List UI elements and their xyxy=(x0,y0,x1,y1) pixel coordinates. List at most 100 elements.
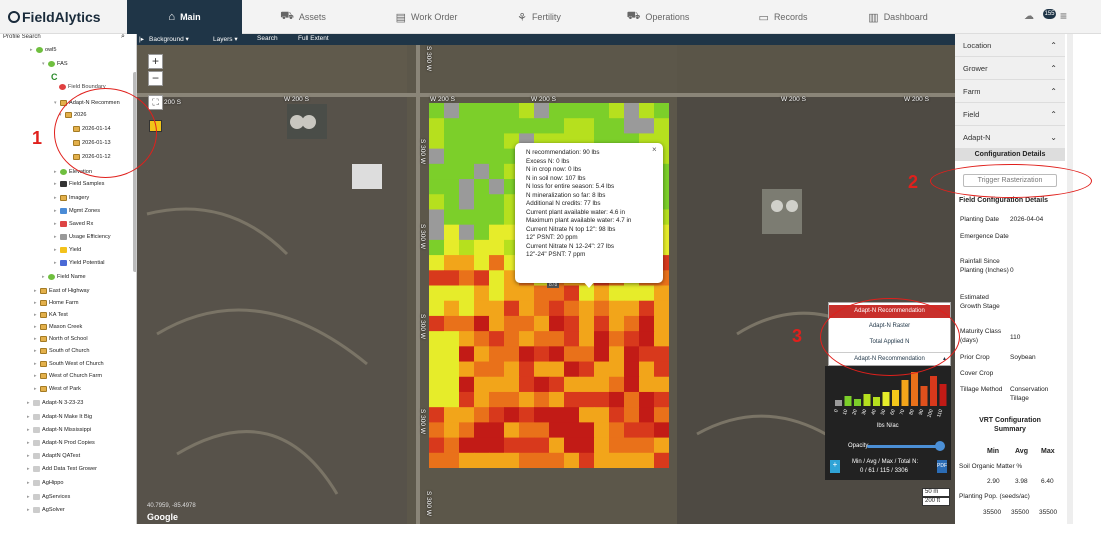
refresh-icon[interactable]: C xyxy=(51,72,58,82)
raster-cell xyxy=(444,224,460,241)
raster-cell xyxy=(429,315,445,332)
tree-item[interactable]: ▸ Field Name xyxy=(42,274,86,280)
raster-cell xyxy=(504,331,520,347)
raster-cell xyxy=(459,300,475,317)
annotation-number-1: 1 xyxy=(32,128,43,148)
profile-search-input[interactable]: Profile Search xyxy=(3,34,131,43)
raster-cell xyxy=(624,331,640,347)
app-logo[interactable]: FieldAlytics xyxy=(8,9,101,25)
config-value: 0 xyxy=(1010,267,1014,274)
tab-operations[interactable]: ⛟ Operations xyxy=(589,0,727,34)
raster-cell xyxy=(609,376,625,393)
tab-dashboard[interactable]: ▥ Dashboard xyxy=(839,0,957,34)
farm-item[interactable]: ▸ West of Park xyxy=(34,386,81,392)
tree-item[interactable]: ▸ Yield xyxy=(54,247,81,253)
grower-item[interactable]: ▸ Adapt-N Make It Big xyxy=(27,414,92,420)
raster-cell xyxy=(504,315,520,332)
raster-cell xyxy=(474,209,490,226)
tree-item[interactable]: ▾ FAS xyxy=(42,61,68,67)
raster-cell xyxy=(429,391,445,408)
add-file-icon[interactable]: + xyxy=(830,460,840,473)
tab-work-order[interactable]: ▤ Work Order xyxy=(364,0,489,34)
config-key: Rainfall Since Planting (Inches) xyxy=(960,258,1009,274)
full-extent-button[interactable]: Full Extent xyxy=(298,35,329,42)
tab-main[interactable]: ⌂ Main xyxy=(127,0,242,34)
grower-item[interactable]: ▸ Adapt-N 3-23-23 xyxy=(27,400,83,406)
raster-cell xyxy=(444,346,460,363)
grower-item[interactable]: ▸ Add Data Test Grower xyxy=(27,466,97,472)
grower-item[interactable]: ▸ AgSolver xyxy=(27,507,65,513)
tractor-icon: ⛟ xyxy=(280,10,294,22)
cloud-icon[interactable]: ☁ xyxy=(1024,11,1034,22)
scale-metric: 50 m xyxy=(922,488,950,497)
tree-item[interactable]: ▸ Yield Potential xyxy=(54,260,105,266)
grower-item[interactable]: ▸ AgHippo xyxy=(27,480,63,486)
farm-item[interactable]: ▸ East of Highway xyxy=(34,288,89,294)
raster-cell xyxy=(654,422,669,439)
raster-cell xyxy=(654,391,669,408)
chart-icon: ▥ xyxy=(868,11,879,24)
zoom-in-button[interactable]: + xyxy=(148,54,163,69)
tree-item[interactable]: ▸ Usage Efficiency xyxy=(54,234,111,240)
tree-item[interactable]: ▸ Imagery xyxy=(54,195,89,201)
opacity-slider-handle[interactable] xyxy=(935,441,945,451)
raster-cell xyxy=(504,118,520,134)
tab-fertility[interactable]: ⚘ Fertility xyxy=(489,0,589,34)
tree-item[interactable]: ▸ owl5 xyxy=(30,47,57,53)
popup-close-icon[interactable]: × xyxy=(652,145,657,154)
farm-item[interactable]: ▸ South West of Church xyxy=(34,361,104,367)
grower-item[interactable]: ▸ AdaptN QATest xyxy=(27,453,80,459)
farm-item[interactable]: ▸ South of Church xyxy=(34,348,89,354)
search-icon[interactable]: ⌕ xyxy=(121,34,125,41)
raster-cell xyxy=(639,452,655,468)
pdf-icon[interactable]: PDF xyxy=(937,460,947,473)
raster-cell xyxy=(474,224,490,241)
accordion-location[interactable]: Location ⌃ xyxy=(955,34,1065,57)
raster-cell xyxy=(654,331,669,347)
tree-item[interactable]: ▸ Saved Rx xyxy=(54,221,93,227)
farm-item[interactable]: ▸ West of Church Farm xyxy=(34,373,102,379)
accordion-farm[interactable]: Farm ⌃ xyxy=(955,80,1065,103)
raster-cell xyxy=(459,133,475,150)
raster-cell xyxy=(474,118,490,134)
accordion-adapt-n[interactable]: Adapt-N ⌄ xyxy=(955,126,1065,149)
config-value: 110 xyxy=(1010,334,1021,341)
grower-item[interactable]: ▸ Adapt-N Prod Copies xyxy=(27,440,95,446)
map-toolbar: |▸ Background ▾ Layers ▾ Search Full Ext… xyxy=(137,34,955,45)
raster-cell xyxy=(444,103,460,119)
map-search-button[interactable]: Search xyxy=(257,35,278,42)
raster-cell xyxy=(459,315,475,332)
raster-cell xyxy=(564,315,580,332)
sidebar-toggle-icon[interactable]: |▸ xyxy=(139,35,144,43)
chevron-up-icon: ⌃ xyxy=(1050,87,1057,96)
opacity-slider[interactable] xyxy=(867,445,940,448)
popup-line: N in soil now: 107 lbs xyxy=(526,174,586,182)
farm-item[interactable]: ▸ KA Test xyxy=(34,312,68,318)
raster-cell xyxy=(564,285,580,302)
tab-assets[interactable]: ⛟ Assets xyxy=(242,0,364,34)
farm-item[interactable]: ▸ Home Farm xyxy=(34,300,79,306)
layers-menu[interactable]: Layers ▾ xyxy=(213,35,238,43)
accordion-grower[interactable]: Grower ⌃ xyxy=(955,57,1065,80)
menu-icon[interactable]: ≡ xyxy=(1060,9,1067,23)
raster-cell xyxy=(654,361,669,378)
tree-item[interactable]: ▸ Field Samples xyxy=(54,181,104,187)
zoom-out-button[interactable]: − xyxy=(148,71,163,86)
legend-bar xyxy=(920,386,928,406)
farm-item[interactable]: ▸ North of School xyxy=(34,336,88,342)
accordion-field[interactable]: Field ⌃ xyxy=(955,103,1065,126)
tree-item[interactable]: ▸ Mgmt Zones xyxy=(54,208,100,214)
raster-cell xyxy=(474,361,490,378)
grower-item[interactable]: ▸ AgServices xyxy=(27,494,70,500)
raster-cell xyxy=(594,315,610,332)
details-scrollbar[interactable] xyxy=(1067,34,1073,524)
fullscreen-icon[interactable]: ⛶ xyxy=(148,95,163,110)
tab-records[interactable]: ▭ Records xyxy=(727,0,839,34)
notification-badge[interactable]: 155 xyxy=(1043,9,1056,19)
farm-item[interactable]: ▸ Mason Creek xyxy=(34,324,82,330)
raster-cell xyxy=(534,300,550,317)
grower-item[interactable]: ▸ Adapt-N Mississippi xyxy=(27,427,91,433)
raster-cell xyxy=(624,315,640,332)
background-menu[interactable]: Background ▾ xyxy=(149,35,189,43)
raster-cell xyxy=(474,148,490,165)
